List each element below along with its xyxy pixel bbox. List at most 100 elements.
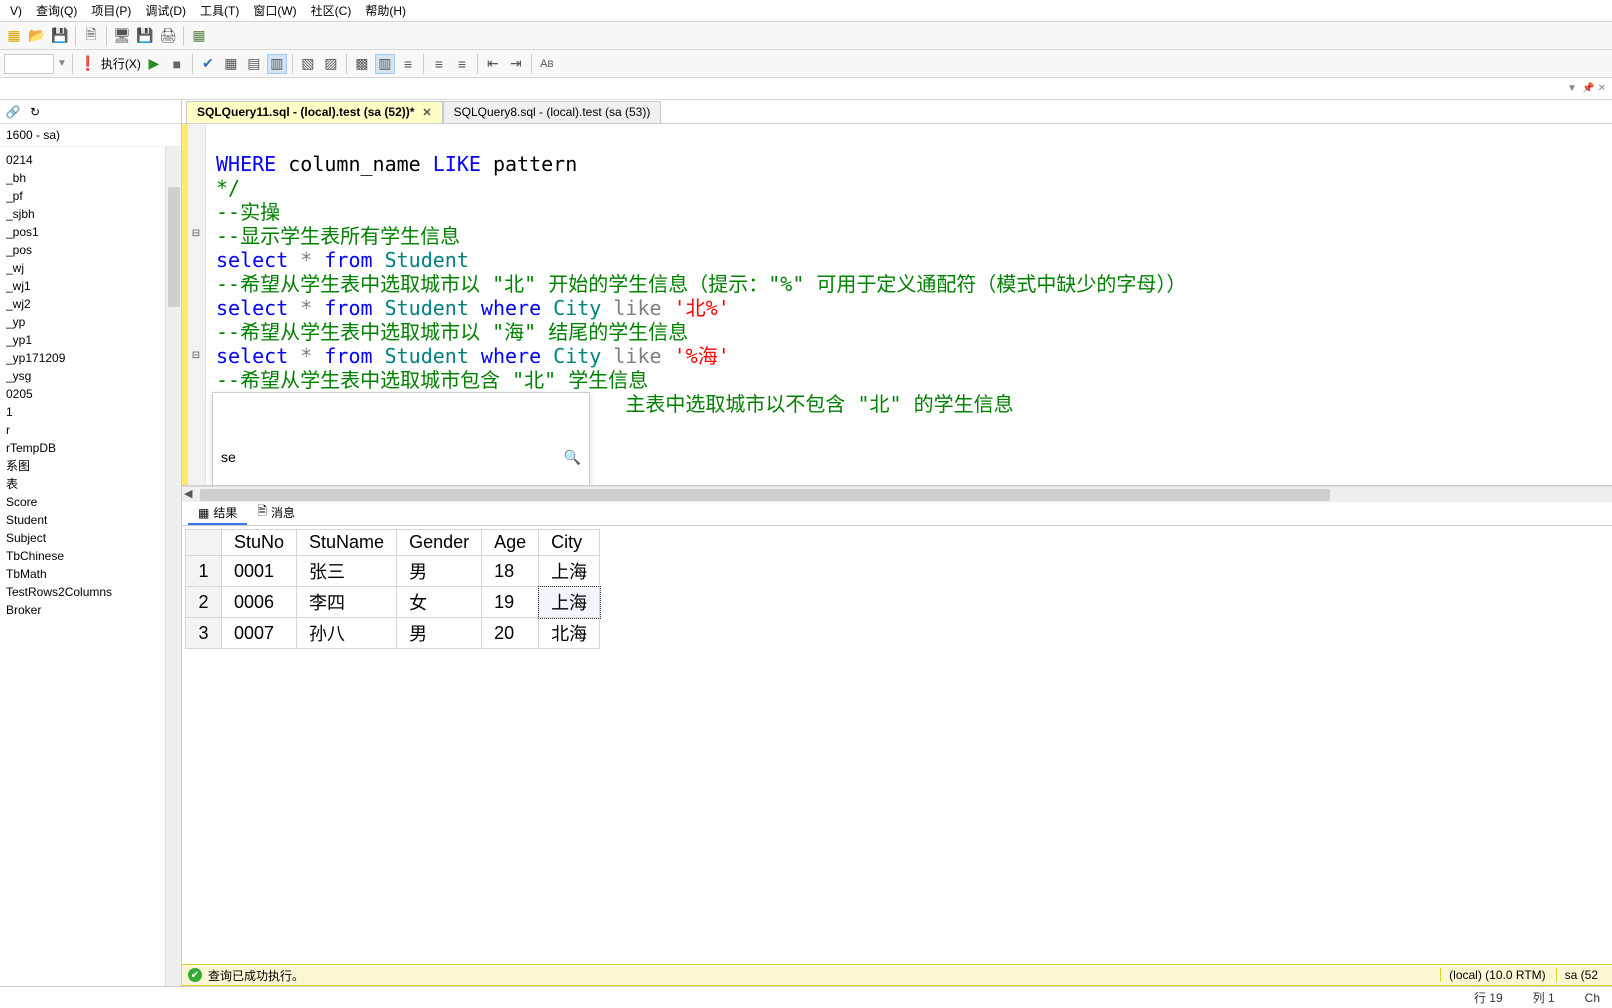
cell[interactable]: 李四 bbox=[297, 587, 397, 618]
cell[interactable]: 0007 bbox=[222, 618, 297, 649]
code-token: where bbox=[481, 296, 541, 320]
cell[interactable]: 孙八 bbox=[297, 618, 397, 649]
menu-query[interactable]: 查询(Q) bbox=[30, 0, 83, 21]
tree-item[interactable]: _pf bbox=[6, 187, 179, 205]
table-row[interactable]: 2 0006 李四 女 19 上海 bbox=[186, 587, 600, 618]
tree-item[interactable]: Subject bbox=[6, 529, 179, 547]
cell[interactable]: 上海 bbox=[539, 556, 600, 587]
fold-icon[interactable]: ⊟ bbox=[191, 228, 201, 238]
table-row[interactable]: 3 0007 孙八 男 20 北海 bbox=[186, 618, 600, 649]
menu-debug[interactable]: 调试(D) bbox=[139, 0, 192, 21]
database-combo[interactable] bbox=[4, 54, 54, 74]
search-icon[interactable]: 🔍 bbox=[564, 445, 581, 469]
tab-results[interactable]: ▦ 结果 bbox=[188, 502, 247, 525]
fold-icon[interactable]: ⊟ bbox=[191, 350, 201, 360]
cell[interactable]: 20 bbox=[482, 618, 539, 649]
tree-item[interactable]: 表 bbox=[6, 475, 179, 493]
stop-icon[interactable]: ■ bbox=[167, 54, 187, 74]
new-query-icon[interactable]: ▦ bbox=[4, 26, 24, 46]
cell[interactable]: 女 bbox=[397, 587, 482, 618]
tree-item[interactable]: Student bbox=[6, 511, 179, 529]
table-row[interactable]: 1 0001 张三 男 18 上海 bbox=[186, 556, 600, 587]
outdent-icon[interactable]: ⇤ bbox=[483, 54, 503, 74]
indent-icon[interactable]: ⇥ bbox=[506, 54, 526, 74]
play-icon[interactable]: ▶ bbox=[144, 54, 164, 74]
grid-result-icon[interactable]: ▦ bbox=[221, 54, 241, 74]
server-icon[interactable]: 🖥 bbox=[112, 26, 132, 46]
refresh-icon[interactable]: ↻ bbox=[26, 103, 44, 121]
menu-tools[interactable]: 工具(T) bbox=[194, 0, 245, 21]
print-icon[interactable]: 🖨 bbox=[158, 26, 178, 46]
tree-item[interactable]: TbChinese bbox=[6, 547, 179, 565]
doc-icon[interactable]: 🗎 bbox=[81, 26, 101, 46]
cell[interactable]: 张三 bbox=[297, 556, 397, 587]
tree-item[interactable]: 系图 bbox=[6, 457, 179, 475]
save-icon[interactable]: 💾 bbox=[50, 26, 70, 46]
server-node[interactable]: 1600 - sa) bbox=[0, 124, 181, 147]
sidebar-scrollbar[interactable] bbox=[165, 147, 181, 986]
menu-project[interactable]: 项目(P) bbox=[85, 0, 137, 21]
cell[interactable]: 19 bbox=[482, 587, 539, 618]
connect-icon[interactable]: 🔗 bbox=[4, 103, 22, 121]
tree-item[interactable]: TestRows2Columns bbox=[6, 583, 179, 601]
indent-inc-icon[interactable]: ≡ bbox=[452, 54, 472, 74]
tree-item[interactable]: _yp171209 bbox=[6, 349, 179, 367]
grid-header[interactable]: City bbox=[539, 530, 600, 556]
tree-item[interactable]: _pos1 bbox=[6, 223, 179, 241]
tree-item[interactable]: Score bbox=[6, 493, 179, 511]
options-icon[interactable]: ▩ bbox=[352, 54, 372, 74]
cell[interactable]: 18 bbox=[482, 556, 539, 587]
menu-help[interactable]: 帮助(H) bbox=[359, 0, 412, 21]
cell[interactable]: 男 bbox=[397, 618, 482, 649]
tree-item[interactable]: Broker bbox=[6, 601, 179, 619]
save2-icon[interactable]: 💾 bbox=[135, 26, 155, 46]
tree-item[interactable]: _yp1 bbox=[6, 331, 179, 349]
grid-header[interactable]: StuName bbox=[297, 530, 397, 556]
tree-item[interactable]: _yp bbox=[6, 313, 179, 331]
grid-header[interactable]: Age bbox=[482, 530, 539, 556]
tab-sqlquery11[interactable]: SQLQuery11.sql - (local).test (sa (52))*… bbox=[186, 101, 443, 123]
tree-item[interactable]: 1 bbox=[6, 403, 179, 421]
cell[interactable]: 上海 bbox=[539, 587, 600, 618]
close-icon[interactable]: ✕ bbox=[422, 106, 431, 119]
menu-window[interactable]: 窗口(W) bbox=[247, 0, 302, 21]
tree-item[interactable]: 0205 bbox=[6, 385, 179, 403]
tab-sqlquery8[interactable]: SQLQuery8.sql - (local).test (sa (53)) bbox=[443, 101, 662, 123]
result-pane-icon[interactable]: ▥ bbox=[267, 54, 287, 74]
menu-community[interactable]: 社区(C) bbox=[305, 0, 358, 21]
cell[interactable]: 北海 bbox=[539, 618, 600, 649]
execute-button[interactable]: 执行(X) bbox=[101, 55, 141, 72]
menu-view[interactable]: V) bbox=[4, 2, 28, 20]
ab-icon[interactable]: AB bbox=[537, 54, 557, 74]
options2-icon[interactable]: ▥ bbox=[375, 54, 395, 74]
cell[interactable]: 0001 bbox=[222, 556, 297, 587]
tree-item[interactable]: _wj bbox=[6, 259, 179, 277]
tree-item[interactable]: _ysg bbox=[6, 367, 179, 385]
tree-item[interactable]: _bh bbox=[6, 169, 179, 187]
tool-icon[interactable]: ▦ bbox=[189, 26, 209, 46]
tree-item[interactable]: _pos bbox=[6, 241, 179, 259]
plan-icon[interactable]: ▧ bbox=[298, 54, 318, 74]
ime-input[interactable] bbox=[221, 449, 321, 465]
grid-header[interactable]: StuNo bbox=[222, 530, 297, 556]
tree-item[interactable]: 0214 bbox=[6, 151, 179, 169]
sql-editor[interactable]: ⊟ ⊟ WHERE column_name LIKE pattern */ --… bbox=[182, 124, 1612, 486]
tree-item[interactable]: TbMath bbox=[6, 565, 179, 583]
tree-item[interactable]: rTempDB bbox=[6, 439, 179, 457]
grid-header[interactable]: Gender bbox=[397, 530, 482, 556]
tree-item[interactable]: _sjbh bbox=[6, 205, 179, 223]
tree-item[interactable]: _wj1 bbox=[6, 277, 179, 295]
tab-messages[interactable]: 🗎 消息 bbox=[247, 500, 305, 527]
tree-item[interactable]: r bbox=[6, 421, 179, 439]
comment-icon[interactable]: ≡ bbox=[398, 54, 418, 74]
include-plan-icon[interactable]: ▨ bbox=[321, 54, 341, 74]
code-area[interactable]: WHERE column_name LIKE pattern */ --实操 -… bbox=[206, 124, 1612, 485]
tree-item[interactable]: _wj2 bbox=[6, 295, 179, 313]
text-result-icon[interactable]: ▤ bbox=[244, 54, 264, 74]
cell[interactable]: 男 bbox=[397, 556, 482, 587]
editor-h-scrollbar[interactable] bbox=[182, 486, 1612, 502]
parse-icon[interactable]: ✔ bbox=[198, 54, 218, 74]
indent-dec-icon[interactable]: ≡ bbox=[429, 54, 449, 74]
open-icon[interactable]: 📂 bbox=[27, 26, 47, 46]
cell[interactable]: 0006 bbox=[222, 587, 297, 618]
